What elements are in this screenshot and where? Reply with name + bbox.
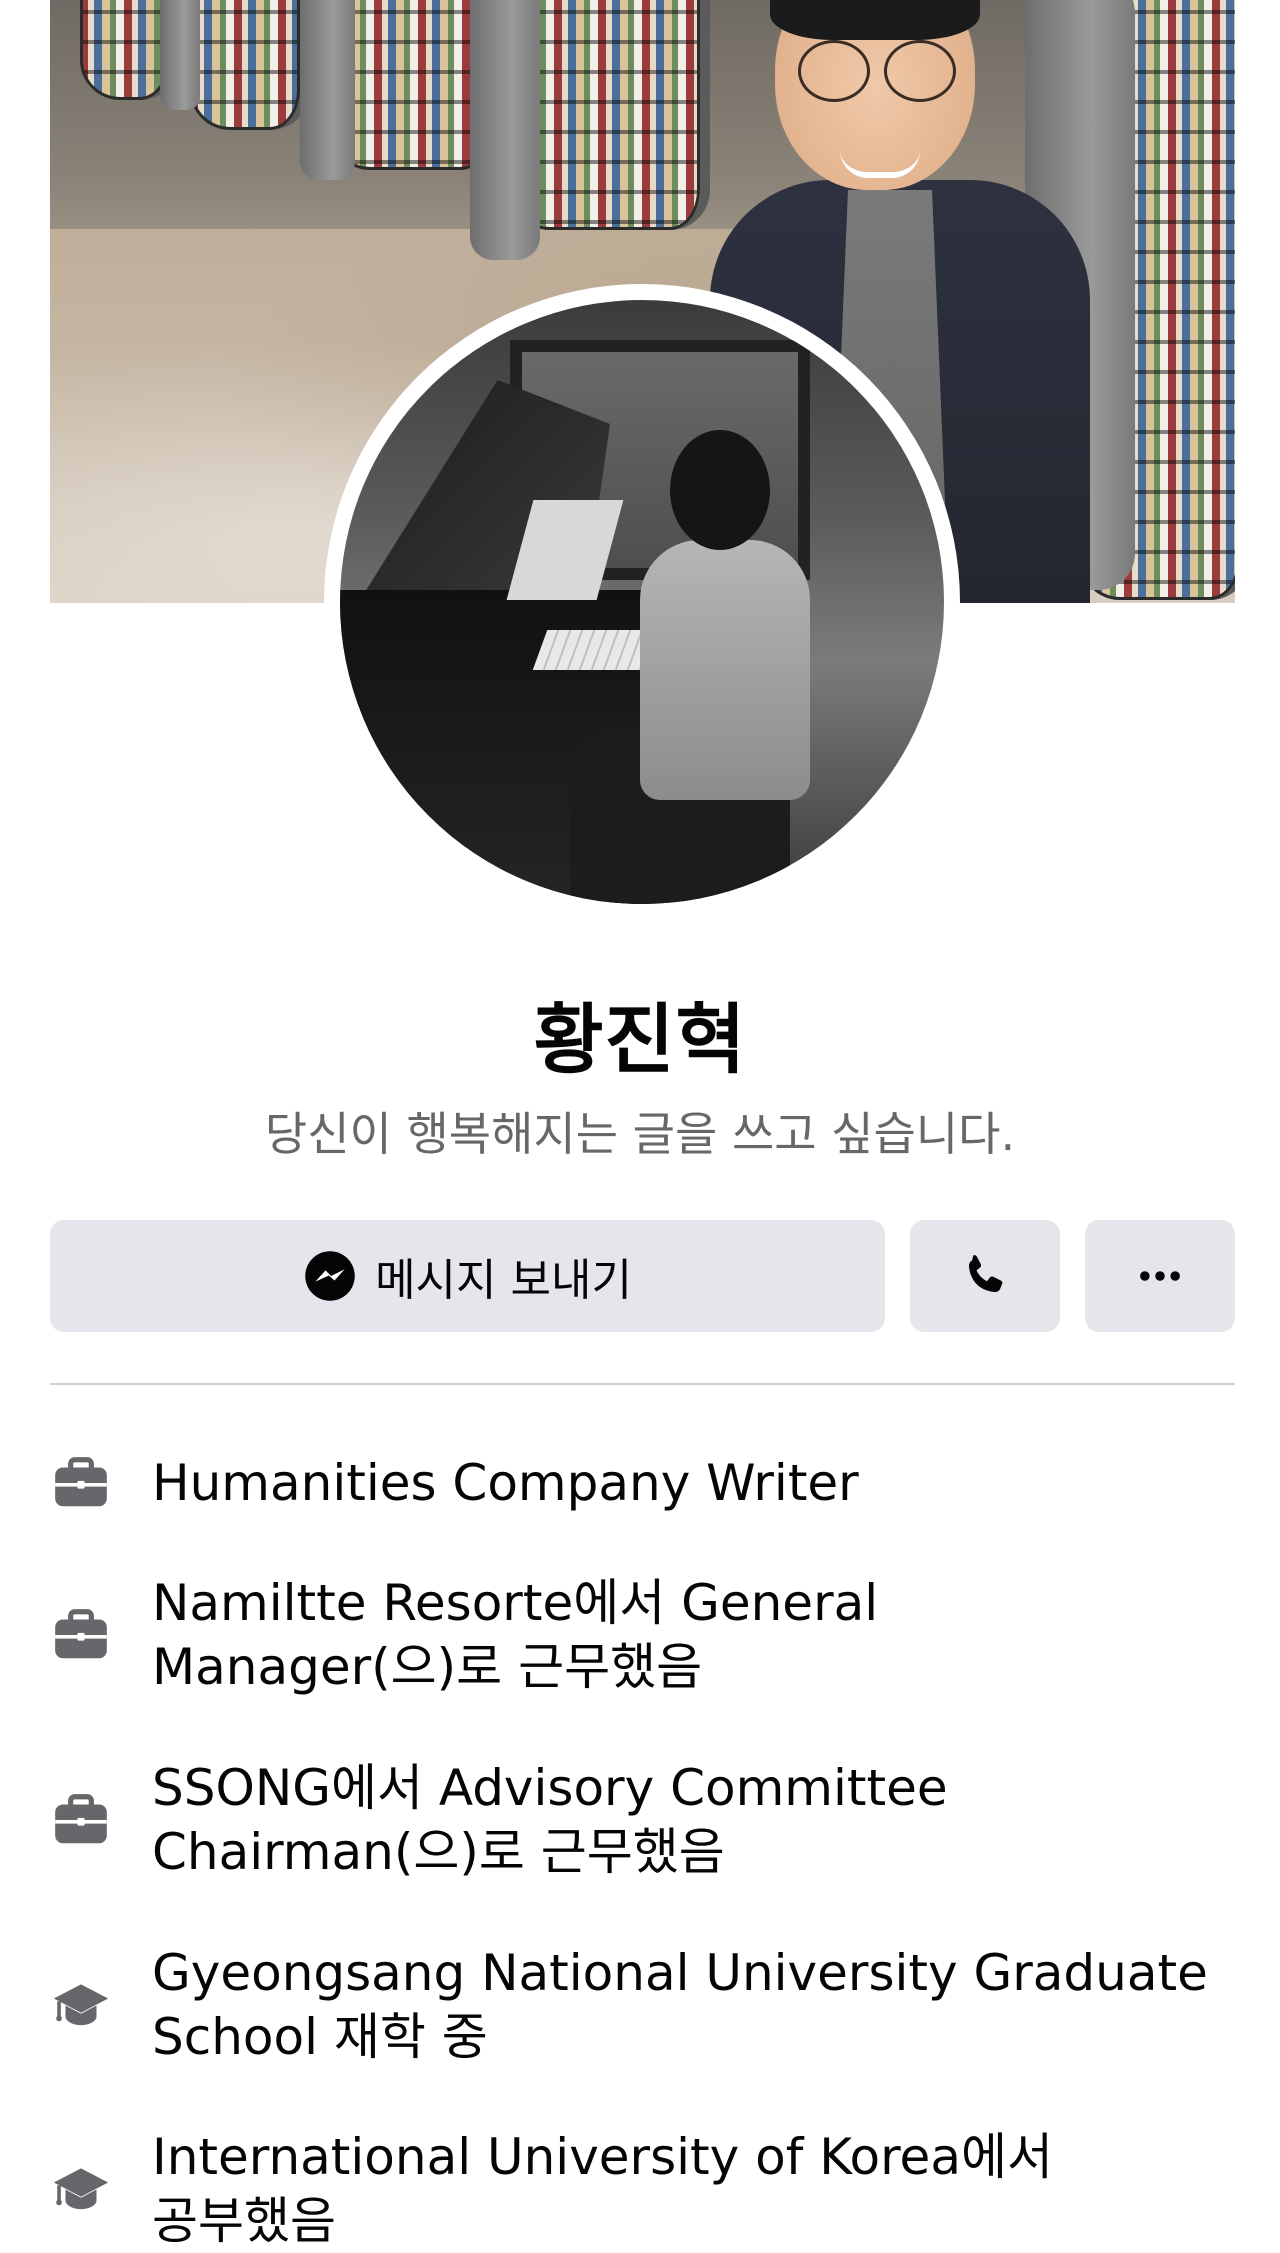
- info-item-education[interactable]: International University of Korea에서 공부했음: [50, 2125, 1235, 2253]
- info-item-work[interactable]: Namiltte Resorte에서 General Manager(으)로 근…: [50, 1571, 1235, 1699]
- send-message-button[interactable]: 메시지 보내기: [50, 1220, 885, 1332]
- pianist-body: [640, 540, 810, 800]
- messenger-icon: [305, 1251, 355, 1301]
- info-item-work[interactable]: SSONG에서 Advisory Committee Chairman(으)로 …: [50, 1756, 1235, 1884]
- info-text: Namiltte Resorte에서 General Manager(으)로 근…: [152, 1574, 879, 1696]
- person-hair: [770, 0, 980, 40]
- more-options-button[interactable]: [1085, 1220, 1235, 1332]
- graduation-cap-icon: [53, 1984, 109, 2026]
- bookshelf: [190, 0, 310, 130]
- more-dots-icon: [1140, 1271, 1180, 1281]
- briefcase-icon: [55, 1794, 107, 1844]
- info-text: International University of Korea에서 공부했음: [152, 2128, 1053, 2250]
- pillar: [160, 0, 200, 110]
- pillar: [300, 0, 355, 180]
- send-message-label: 메시지 보내기: [375, 1255, 632, 1306]
- profile-picture[interactable]: [340, 300, 944, 904]
- info-item-work[interactable]: Humanities Company Writer: [50, 1451, 1235, 1515]
- phone-icon: [968, 1255, 1003, 1293]
- briefcase-icon: [55, 1457, 107, 1507]
- info-text: SSONG에서 Advisory Committee Chairman(으)로 …: [152, 1759, 948, 1881]
- info-text: Humanities Company Writer: [152, 1454, 859, 1512]
- profile-name: 황진혁: [533, 995, 747, 1084]
- call-button[interactable]: [910, 1220, 1060, 1332]
- profile-bio: 당신이 행복해지는 글을 쓰고 싶습니다.: [264, 1107, 1016, 1161]
- info-item-education[interactable]: Gyeongsang National University Graduate …: [50, 1941, 1235, 2069]
- pillar: [470, 0, 540, 260]
- section-divider: [50, 1383, 1235, 1385]
- info-text: Gyeongsang National University Graduate …: [152, 1944, 1208, 2066]
- briefcase-icon: [55, 1609, 107, 1659]
- glasses-icon: [798, 40, 958, 102]
- pianist-head: [670, 430, 770, 550]
- graduation-cap-icon: [53, 2168, 109, 2210]
